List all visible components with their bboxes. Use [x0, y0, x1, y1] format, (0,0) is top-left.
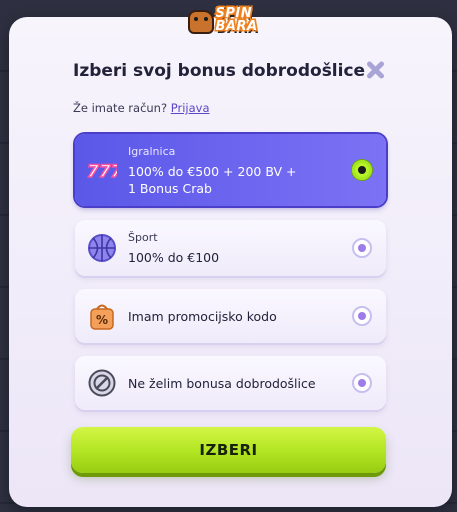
- basketball-icon: [87, 233, 117, 263]
- bonus-modal: Izberi svoj bonus dobrodošlice Že imate …: [9, 17, 452, 507]
- login-link[interactable]: Prijava: [171, 101, 210, 115]
- bonus-option-no-bonus[interactable]: Ne želim bonusa dobrodošlice: [75, 356, 386, 410]
- login-prompt: Že imate račun? Prijava: [73, 101, 210, 115]
- radio-unselected[interactable]: [352, 306, 372, 326]
- option-text-line1: 100% do €100: [128, 250, 220, 265]
- promo-bag-icon: %: [87, 301, 117, 331]
- login-prompt-text: Že imate račun?: [73, 101, 168, 115]
- bonus-option-sport[interactable]: Šport 100% do €100: [75, 220, 386, 276]
- modal-title: Izberi svoj bonus dobrodošlice: [73, 61, 366, 81]
- slot-777-icon: 777: [86, 155, 123, 185]
- bonus-option-casino[interactable]: 777 Igralnica 100% do €500 + 200 BV + 1 …: [75, 134, 386, 206]
- svg-text:%: %: [96, 313, 108, 327]
- svg-text:777: 777: [87, 162, 117, 182]
- option-text-line1: 100% do €500 + 200 BV +: [128, 164, 297, 179]
- select-bonus-button[interactable]: IZBERI: [71, 427, 386, 473]
- radio-unselected[interactable]: [352, 373, 372, 393]
- option-text-line2: 1 Bonus Crab: [128, 181, 212, 196]
- option-category: Igralnica: [128, 145, 176, 158]
- option-text-line1: Ne želim bonusa dobrodošlice: [128, 376, 316, 391]
- bonus-option-promo-code[interactable]: % Imam promocijsko kodo: [75, 289, 386, 343]
- capybara-logo-icon: [187, 10, 214, 34]
- close-icon[interactable]: [365, 60, 385, 80]
- option-text-line1: Imam promocijsko kodo: [128, 309, 277, 324]
- brand-logo: SPIN BARA: [186, 4, 272, 38]
- option-category: Šport: [128, 231, 158, 244]
- radio-selected[interactable]: [352, 160, 372, 180]
- radio-unselected[interactable]: [352, 238, 372, 258]
- no-bonus-icon: [87, 368, 117, 398]
- logo-text: SPIN BARA: [215, 6, 258, 34]
